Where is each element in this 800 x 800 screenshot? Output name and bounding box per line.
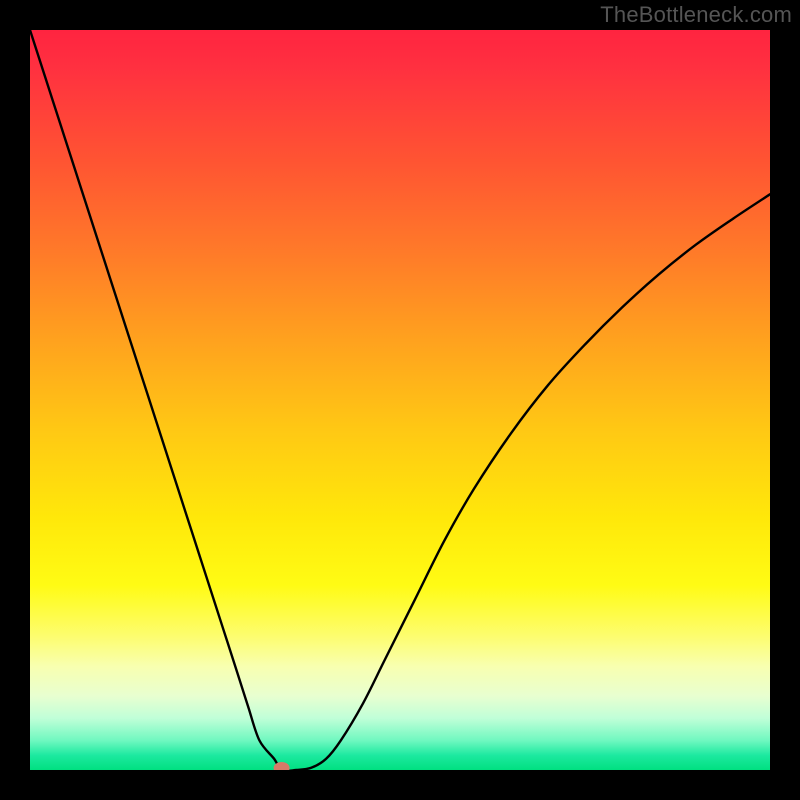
curve-svg [30,30,770,770]
chart-container: TheBottleneck.com [0,0,800,800]
attribution-text: TheBottleneck.com [600,2,792,28]
plot-area [30,30,770,770]
bottleneck-curve-path [30,30,770,770]
